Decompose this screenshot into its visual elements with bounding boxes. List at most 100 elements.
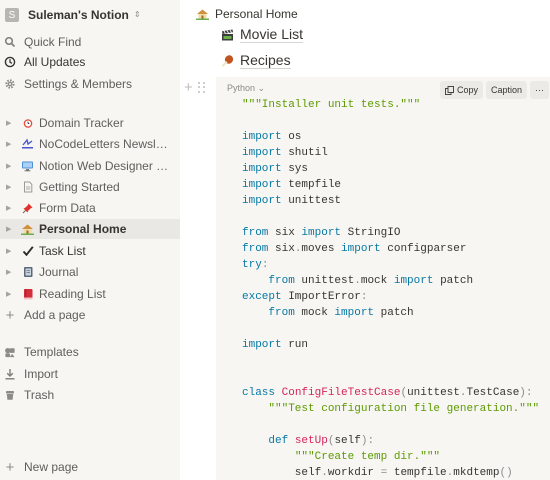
code-line: """Create temp dir.""" (294, 451, 441, 463)
sidebar-item-templates[interactable]: Templates (0, 342, 180, 362)
drag-handle-icon[interactable] (197, 81, 206, 94)
sidebar-page-journal[interactable]: ▶ Journal (0, 262, 180, 282)
add-block-icon[interactable]: + (184, 80, 193, 95)
expand-arrow-icon[interactable]: ▶ (6, 204, 11, 212)
newsletter-icon (21, 138, 34, 151)
document-icon (21, 181, 34, 194)
sidebar-page-label: Domain Tracker (39, 116, 124, 130)
code-line: """Test configuration file generation.""… (268, 403, 540, 415)
code-line: from six import StringIO (242, 227, 401, 239)
code-line: def setUp(self): (268, 435, 375, 447)
sidebar-item-label: Settings & Members (24, 77, 133, 91)
expand-arrow-icon[interactable]: ▶ (6, 140, 11, 148)
add-page-button[interactable]: + Add a page (0, 305, 180, 325)
alarm-clock-icon (21, 117, 34, 130)
house-icon (21, 223, 34, 236)
sidebar-item-label: Import (24, 367, 59, 381)
poultry-leg-icon (221, 54, 234, 67)
new-page-button[interactable]: + New page (0, 457, 180, 477)
code-line: try: (242, 259, 269, 271)
trash-icon (4, 389, 16, 401)
code-line: import shutil (242, 147, 328, 159)
block-handle: + (184, 80, 206, 95)
sidebar-item-all-updates[interactable]: All Updates (0, 52, 180, 72)
sidebar-item-quick-find[interactable]: Quick Find (0, 32, 180, 52)
monitor-icon (21, 160, 34, 173)
code-line: from six.moves import configparser (242, 243, 467, 255)
sidebar-item-import[interactable]: Import (0, 364, 180, 384)
clock-icon (4, 56, 16, 68)
sidebar-page-task-list[interactable]: ▶ Task List (0, 241, 180, 261)
sidebar-page-label: Getting Started (39, 180, 120, 194)
plus-icon: + (5, 306, 15, 324)
expand-arrow-icon[interactable]: ▶ (6, 119, 11, 127)
sidebar-page-label: Notion Web Designer Hub (39, 159, 173, 173)
code-line: ​ (242, 209, 539, 225)
pushpin-icon (21, 202, 34, 215)
breadcrumb[interactable]: Personal Home (196, 5, 298, 23)
house-icon (196, 8, 209, 20)
language-select[interactable]: Python ⌄ (227, 83, 265, 94)
sidebar-page-label: NoCodeLetters Newslet... (39, 137, 173, 151)
templates-icon (4, 346, 16, 358)
add-page-label: Add a page (24, 308, 86, 322)
sidebar-page-nocodeletters[interactable]: ▶ NoCodeLetters Newslet... (0, 134, 180, 154)
sidebar-page-form-data[interactable]: ▶ Form Data (0, 198, 180, 218)
code-line: import unittest (242, 195, 342, 207)
page-link-label: Recipes (240, 51, 291, 69)
chevron-up-down-icon: ⇕ (133, 10, 141, 19)
sidebar-page-label: Journal (39, 265, 79, 279)
code-line: import os (242, 131, 302, 143)
code-line: self.workdir = tempfile.mkdtemp() (242, 467, 513, 479)
copy-icon (445, 85, 454, 95)
code-line: import tempfile (242, 179, 342, 191)
gear-icon (4, 78, 16, 90)
new-page-label: New page (24, 460, 79, 474)
clapper-board-icon (221, 28, 234, 41)
sidebar-page-label: Reading List (39, 287, 106, 301)
expand-arrow-icon[interactable]: ▶ (6, 290, 11, 298)
code-block[interactable]: Python ⌄ Copy Caption ··· """Installer u… (216, 77, 550, 480)
sidebar-page-notion-web-designer-hub[interactable]: ▶ Notion Web Designer Hub (0, 156, 180, 176)
language-label: Python (227, 83, 256, 93)
expand-arrow-icon[interactable]: ▶ (6, 162, 11, 170)
code-line: from mock import patch (268, 307, 414, 319)
sidebar-page-label: Form Data (39, 201, 96, 215)
notebook-icon (21, 266, 34, 279)
page-link-recipes[interactable]: Recipes (221, 50, 291, 70)
book-icon (21, 288, 34, 301)
workspace-avatar: S (5, 8, 19, 22)
code-line: from unittest.mock import patch (268, 275, 474, 287)
sidebar-item-label: All Updates (24, 55, 86, 69)
more-icon: ··· (535, 85, 544, 95)
sidebar-item-settings[interactable]: Settings & Members (0, 74, 180, 94)
code-line: """Installer unit tests.""" (242, 99, 421, 111)
code-line: ​ (242, 369, 539, 385)
workspace-switcher[interactable]: S Suleman's Notion ⇕ (5, 5, 141, 25)
sidebar-page-personal-home[interactable]: ▶ Personal Home (0, 219, 180, 239)
sidebar-item-trash[interactable]: Trash (0, 385, 180, 405)
sidebar-item-label: Quick Find (24, 35, 82, 49)
page-link-label: Movie List (240, 25, 304, 43)
import-icon (4, 368, 16, 380)
code-line: ​ (242, 321, 539, 337)
expand-arrow-icon[interactable]: ▶ (6, 183, 11, 191)
chevron-down-icon: ⌄ (257, 83, 266, 93)
code-line: ​ (242, 417, 539, 433)
sidebar-page-domain-tracker[interactable]: ▶ Domain Tracker (0, 113, 180, 133)
sidebar: S Suleman's Notion ⇕ Quick Find All Upda… (0, 0, 180, 480)
sidebar-page-reading-list[interactable]: ▶ Reading List (0, 284, 180, 304)
code-line: import run (242, 339, 309, 351)
page-link-movie-list[interactable]: Movie List (221, 24, 304, 44)
expand-arrow-icon[interactable]: ▶ (6, 247, 11, 255)
sidebar-item-label: Templates (24, 345, 79, 359)
code-content[interactable]: """Installer unit tests.""" ​ import os imp… (242, 97, 539, 480)
sidebar-page-label: Personal Home (39, 222, 127, 236)
sidebar-page-label: Task List (39, 244, 86, 258)
expand-arrow-icon[interactable]: ▶ (6, 225, 11, 233)
code-line: ​ (242, 113, 539, 129)
search-icon (4, 36, 16, 48)
sidebar-page-getting-started[interactable]: ▶ Getting Started (0, 177, 180, 197)
check-mark-icon (21, 245, 34, 258)
expand-arrow-icon[interactable]: ▶ (6, 268, 11, 276)
